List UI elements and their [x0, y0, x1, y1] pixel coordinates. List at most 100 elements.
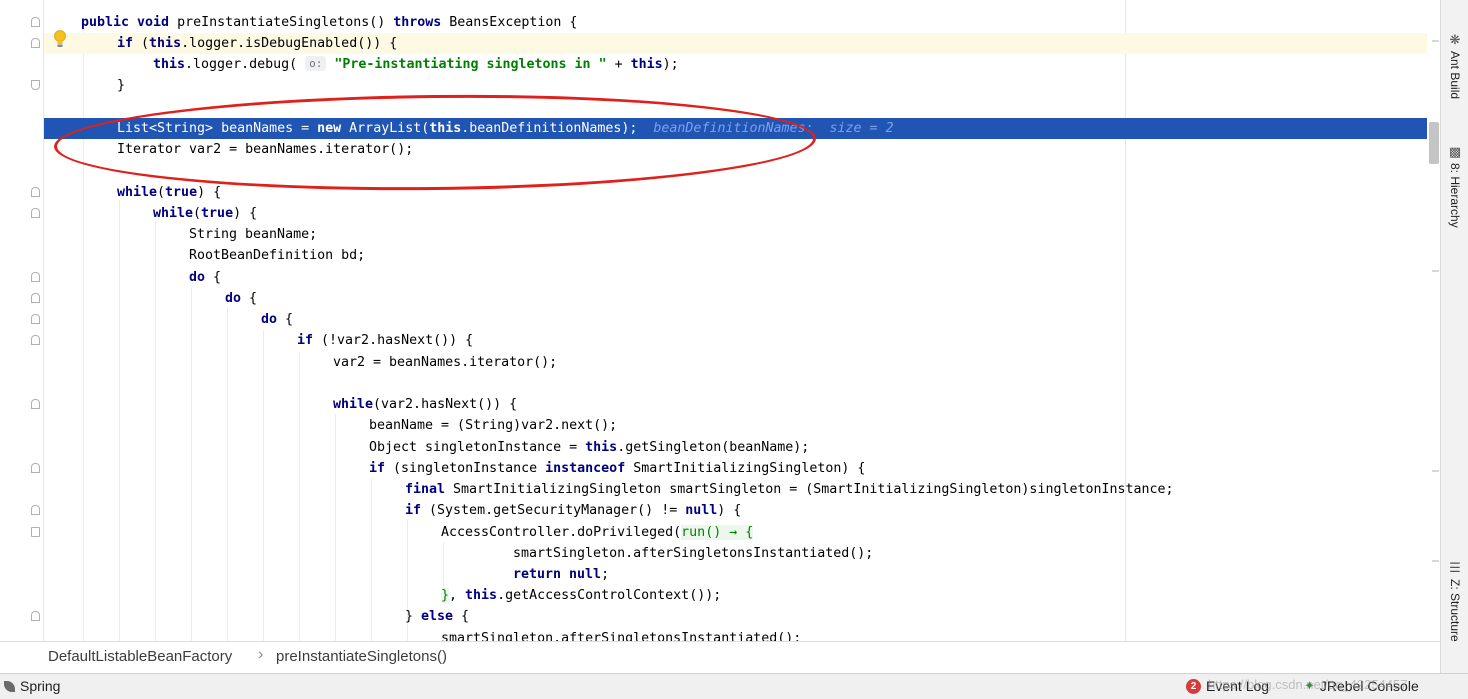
- code-line[interactable]: }, this.getAccessControlContext());: [44, 585, 1440, 606]
- code-line[interactable]: RootBeanDefinition bd;: [44, 245, 1440, 266]
- spring-tool-button[interactable]: Spring: [4, 678, 60, 694]
- code-token: if: [369, 461, 394, 476]
- code-line[interactable]: return null;: [44, 564, 1440, 585]
- code-line[interactable]: while(true) {: [44, 182, 1440, 203]
- code-token: .logger.isDebugEnabled()) {: [181, 36, 398, 51]
- code-text: return null;: [513, 564, 609, 585]
- code-text: if (!var2.hasNext()) {: [297, 330, 473, 351]
- breadcrumb: DefaultListableBeanFactory › preInstanti…: [0, 641, 1440, 673]
- code-text: }, this.getAccessControlContext());: [441, 585, 721, 606]
- tab-hierarchy[interactable]: ▩ 8: Hierarchy: [1442, 146, 1468, 228]
- code-line[interactable]: while(var2.hasNext()) {: [44, 394, 1440, 415]
- fold-marker-icon[interactable]: [31, 293, 40, 303]
- code-token: smartSingleton.afterSingletonsInstantiat…: [441, 631, 802, 641]
- code-text: Iterator var2 = beanNames.iterator();: [117, 139, 413, 160]
- code-token: +: [606, 57, 631, 72]
- fold-marker-icon[interactable]: [31, 463, 40, 473]
- jrebel-console-button[interactable]: ✦ JRebel Console: [1304, 678, 1419, 694]
- code-line[interactable]: } else {: [44, 606, 1440, 627]
- code-text: smartSingleton.afterSingletonsInstantiat…: [441, 628, 801, 641]
- code-line[interactable]: smartSingleton.afterSingletonsInstantiat…: [44, 543, 1440, 564]
- code-token: else: [421, 609, 462, 624]
- code-token: while: [117, 185, 158, 200]
- vertical-scrollbar[interactable]: [1427, 0, 1440, 641]
- fold-marker-icon[interactable]: [31, 611, 40, 621]
- code-line[interactable]: beanName = (String)var2.next();: [44, 415, 1440, 436]
- scroll-marker: [1432, 560, 1439, 562]
- code-token: this: [585, 440, 618, 455]
- code-line[interactable]: if (!var2.hasNext()) {: [44, 330, 1440, 351]
- code-line[interactable]: String beanName;: [44, 224, 1440, 245]
- code-line[interactable]: do {: [44, 267, 1440, 288]
- jrebel-icon: ✦: [1304, 678, 1315, 693]
- code-line[interactable]: smartSingleton.afterSingletonsInstantiat…: [44, 628, 1440, 641]
- code-line[interactable]: do {: [44, 309, 1440, 330]
- code-line[interactable]: public void preInstantiateSingletons() t…: [44, 12, 1440, 33]
- code-token: if: [117, 36, 142, 51]
- code-text: var2 = beanNames.iterator();: [333, 352, 557, 373]
- code-token: (: [193, 206, 202, 221]
- code-text: }: [117, 75, 125, 96]
- fold-marker-icon[interactable]: [31, 505, 40, 515]
- scrollbar-thumb[interactable]: [1429, 122, 1439, 164]
- breadcrumb-class[interactable]: DefaultListableBeanFactory: [48, 648, 232, 665]
- code-token: (: [157, 185, 166, 200]
- code-line[interactable]: AccessController.doPrivileged(run() → {: [44, 522, 1440, 543]
- structure-icon: ☰: [1449, 561, 1461, 576]
- editor-gutter[interactable]: [0, 0, 44, 641]
- hierarchy-icon: ▩: [1448, 145, 1462, 160]
- code-token: while: [153, 206, 194, 221]
- fold-marker-icon[interactable]: [31, 314, 40, 324]
- code-line[interactable]: do {: [44, 288, 1440, 309]
- code-line[interactable]: }: [44, 75, 1440, 96]
- code-line[interactable]: if (singletonInstance instanceof SmartIn…: [44, 458, 1440, 479]
- code-text: String beanName;: [189, 224, 317, 245]
- code-text: if (singletonInstance instanceof SmartIn…: [369, 458, 865, 479]
- code-text: final SmartInitializingSingleton smartSi…: [405, 479, 1174, 500]
- code-token: preInstantiateSingletons(): [177, 15, 394, 30]
- code-text: List<String> beanNames = new ArrayList(t…: [117, 118, 894, 139]
- fold-marker-icon[interactable]: [31, 527, 40, 537]
- code-token: this: [153, 57, 186, 72]
- code-text: do {: [189, 267, 221, 288]
- code-text: while(true) {: [153, 203, 257, 224]
- fold-marker-icon[interactable]: [31, 272, 40, 282]
- code-token: ) {: [233, 206, 258, 221]
- code-token: if: [405, 503, 430, 518]
- code-token: ) {: [197, 185, 222, 200]
- spring-leaf-icon: [4, 680, 15, 692]
- fold-marker-icon[interactable]: [31, 80, 40, 90]
- lightbulb-icon[interactable]: [54, 30, 66, 48]
- event-log-button[interactable]: 2 Event Log: [1186, 678, 1269, 694]
- code-token: this: [149, 36, 182, 51]
- code-token: SmartInitializingSingleton) {: [633, 461, 866, 476]
- scroll-marker: [1432, 470, 1439, 472]
- code-text: smartSingleton.afterSingletonsInstantiat…: [513, 543, 873, 564]
- code-line[interactable]: Iterator var2 = beanNames.iterator();: [44, 139, 1440, 160]
- fold-marker-icon[interactable]: [31, 208, 40, 218]
- code-line[interactable]: this.logger.debug( o: "Pre-instantiating…: [44, 54, 1440, 75]
- code-token: while: [333, 397, 374, 412]
- tab-structure[interactable]: ☰ Z: Structure: [1442, 562, 1468, 642]
- fold-marker-icon[interactable]: [31, 399, 40, 409]
- code-token: instanceof: [545, 461, 634, 476]
- fold-marker-icon[interactable]: [31, 335, 40, 345]
- right-tool-sidebar: ❋ Ant Build ▩ 8: Hierarchy ☰ Z: Structur…: [1440, 0, 1468, 673]
- execution-point-line[interactable]: List<String> beanNames = new ArrayList(t…: [44, 118, 1440, 139]
- code-line[interactable]: var2 = beanNames.iterator();: [44, 352, 1440, 373]
- status-bar: Spring 2 Event Log ✦ JRebel Console: [0, 673, 1468, 699]
- code-editor[interactable]: public void preInstantiateSingletons() t…: [0, 0, 1440, 641]
- code-text: } else {: [405, 606, 469, 627]
- fold-marker-icon[interactable]: [31, 38, 40, 48]
- fold-marker-icon[interactable]: [31, 17, 40, 27]
- fold-marker-icon[interactable]: [31, 187, 40, 197]
- tab-ant-build[interactable]: ❋ Ant Build: [1442, 34, 1468, 100]
- code-line[interactable]: Object singletonInstance = this.getSingl…: [44, 437, 1440, 458]
- code-token: Object singletonInstance =: [369, 440, 586, 455]
- breadcrumb-method[interactable]: preInstantiateSingletons(): [276, 648, 447, 665]
- code-token: BeansException {: [449, 15, 578, 30]
- code-line[interactable]: if (this.logger.isDebugEnabled()) {: [44, 33, 1440, 54]
- code-line[interactable]: if (System.getSecurityManager() != null)…: [44, 500, 1440, 521]
- code-line[interactable]: final SmartInitializingSingleton smartSi…: [44, 479, 1440, 500]
- code-line[interactable]: while(true) {: [44, 203, 1440, 224]
